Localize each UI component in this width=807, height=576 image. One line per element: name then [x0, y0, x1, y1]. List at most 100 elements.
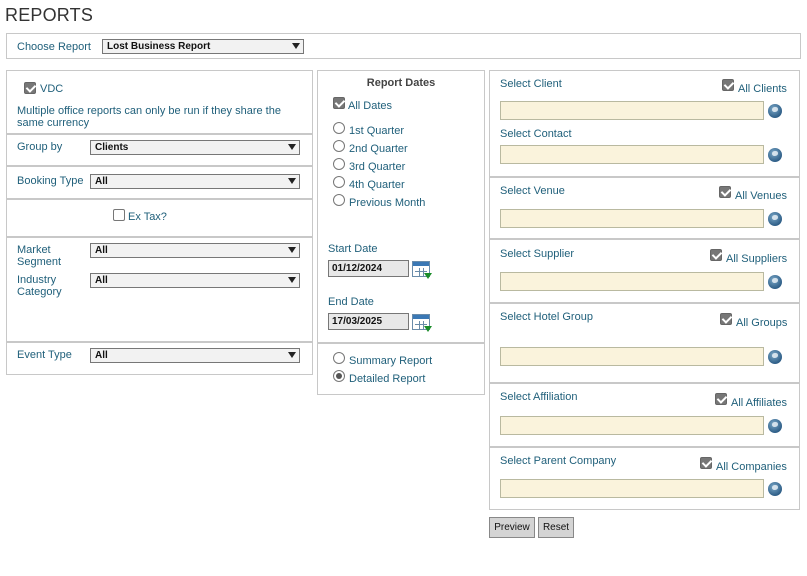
all-suppliers-checkbox[interactable]: [710, 249, 722, 261]
venue-field[interactable]: [500, 209, 764, 228]
quarter-4-radio[interactable]: [333, 176, 345, 188]
hotel-group-field[interactable]: [500, 347, 764, 366]
market-segment-value: All: [95, 245, 108, 256]
industry-category-select[interactable]: All: [90, 273, 300, 288]
booking-type-value: All: [95, 176, 108, 187]
globe-icon[interactable]: [768, 275, 782, 289]
all-groups-label: All Groups: [736, 317, 788, 329]
calendar-icon[interactable]: [412, 261, 432, 279]
all-affiliates-label: All Affiliates: [731, 397, 788, 409]
select-parent-company-label: Select Parent Company: [500, 455, 617, 467]
detailed-report-label: Detailed Report: [349, 373, 426, 385]
ex-tax-panel: Ex Tax?: [6, 199, 313, 237]
segment-panel: Market Segment All Industry Category All: [6, 237, 313, 342]
quarter-1-label: 1st Quarter: [349, 125, 405, 137]
choose-report-panel: Choose Report Lost Business Report: [6, 33, 801, 59]
vdc-checkbox[interactable]: [24, 82, 36, 94]
ex-tax-checkbox[interactable]: [113, 209, 125, 221]
affiliation-field[interactable]: [500, 416, 764, 435]
chevron-down-icon: [288, 247, 296, 253]
start-date-label: Start Date: [328, 243, 378, 255]
globe-icon[interactable]: [768, 482, 782, 496]
quarter-1-radio[interactable]: [333, 122, 345, 134]
quarter-3-label: 3rd Quarter: [349, 161, 406, 173]
industry-category-value: All: [95, 275, 108, 286]
choose-report-select[interactable]: Lost Business Report: [102, 39, 304, 54]
select-hotel-group-label: Select Hotel Group: [500, 311, 593, 323]
select-contact-label: Select Contact: [500, 128, 572, 140]
previous-month-radio[interactable]: [333, 194, 345, 206]
globe-icon[interactable]: [768, 419, 782, 433]
preview-button[interactable]: Preview: [489, 517, 535, 538]
client-field[interactable]: [500, 101, 764, 120]
ex-tax-label: Ex Tax?: [128, 211, 167, 223]
chevron-down-icon: [292, 43, 300, 49]
event-type-select[interactable]: All: [90, 348, 300, 363]
all-companies-checkbox[interactable]: [700, 457, 712, 469]
start-date-input[interactable]: 01/12/2024: [328, 260, 409, 277]
report-dates-panel: Report Dates All Dates 1st Quarter 2nd Q…: [317, 70, 485, 343]
select-affiliation-label: Select Affiliation: [500, 391, 578, 403]
calendar-icon[interactable]: [412, 314, 432, 332]
all-companies-label: All Companies: [716, 461, 787, 473]
event-type-label: Event Type: [17, 349, 72, 361]
all-dates-checkbox[interactable]: [333, 97, 345, 109]
quarter-3-radio[interactable]: [333, 158, 345, 170]
all-dates-label: All Dates: [348, 100, 393, 112]
globe-icon[interactable]: [768, 350, 782, 364]
vdc-note: Multiple office reports can only be run …: [17, 105, 281, 129]
client-contact-panel: Select Client All Clients Select Contact: [489, 70, 800, 177]
parent-company-panel: Select Parent Company All Companies: [489, 447, 800, 510]
hotel-group-panel: Select Hotel Group All Groups: [489, 303, 800, 383]
contact-field[interactable]: [500, 145, 764, 164]
report-dates-heading: Report Dates: [366, 77, 436, 89]
affiliation-panel: Select Affiliation All Affiliates: [489, 383, 800, 447]
vdc-label: VDC: [40, 83, 64, 95]
end-date-input[interactable]: 17/03/2025: [328, 313, 409, 330]
chevron-down-icon: [288, 144, 296, 150]
group-by-select[interactable]: Clients: [90, 140, 300, 155]
choose-report-label: Choose Report: [17, 41, 91, 53]
market-segment-label-1: Market: [17, 244, 51, 256]
group-by-panel: Group by Clients: [6, 134, 313, 166]
parent-company-field[interactable]: [500, 479, 764, 498]
quarter-2-label: 2nd Quarter: [349, 143, 408, 155]
all-suppliers-label: All Suppliers: [726, 253, 788, 265]
globe-icon[interactable]: [768, 104, 782, 118]
all-affiliates-checkbox[interactable]: [715, 393, 727, 405]
all-groups-checkbox[interactable]: [720, 313, 732, 325]
all-venues-label: All Venues: [735, 190, 787, 202]
supplier-field[interactable]: [500, 272, 764, 291]
chevron-down-icon: [288, 277, 296, 283]
report-mode-panel: Summary Report Detailed Report: [317, 343, 485, 395]
booking-type-label: Booking Type: [17, 175, 84, 187]
booking-type-select[interactable]: All: [90, 174, 300, 189]
summary-report-label: Summary Report: [349, 355, 433, 367]
select-venue-label: Select Venue: [500, 185, 565, 197]
market-segment-select[interactable]: All: [90, 243, 300, 258]
chevron-down-icon: [288, 178, 296, 184]
event-type-value: All: [95, 350, 108, 361]
group-by-label: Group by: [17, 141, 63, 153]
venue-panel: Select Venue All Venues: [489, 177, 800, 239]
event-type-panel: Event Type All: [6, 342, 313, 375]
all-clients-checkbox[interactable]: [722, 79, 734, 91]
globe-icon[interactable]: [768, 148, 782, 162]
quarter-2-radio[interactable]: [333, 140, 345, 152]
previous-month-label: Previous Month: [349, 197, 426, 209]
industry-category-label-1: Industry: [17, 274, 57, 286]
supplier-panel: Select Supplier All Suppliers: [489, 239, 800, 303]
summary-report-radio[interactable]: [333, 352, 345, 364]
select-client-label: Select Client: [500, 78, 562, 90]
chevron-down-icon: [288, 352, 296, 358]
vdc-panel: VDC Multiple office reports can only be …: [6, 70, 313, 134]
all-venues-checkbox[interactable]: [719, 186, 731, 198]
reset-button[interactable]: Reset: [538, 517, 574, 538]
globe-icon[interactable]: [768, 212, 782, 226]
booking-type-panel: Booking Type All: [6, 166, 313, 199]
detailed-report-radio[interactable]: [333, 370, 345, 382]
select-supplier-label: Select Supplier: [500, 248, 574, 260]
page-title: REPORTS: [5, 5, 94, 25]
market-segment-label-2: Segment: [17, 256, 62, 268]
end-date-label: End Date: [328, 296, 374, 308]
